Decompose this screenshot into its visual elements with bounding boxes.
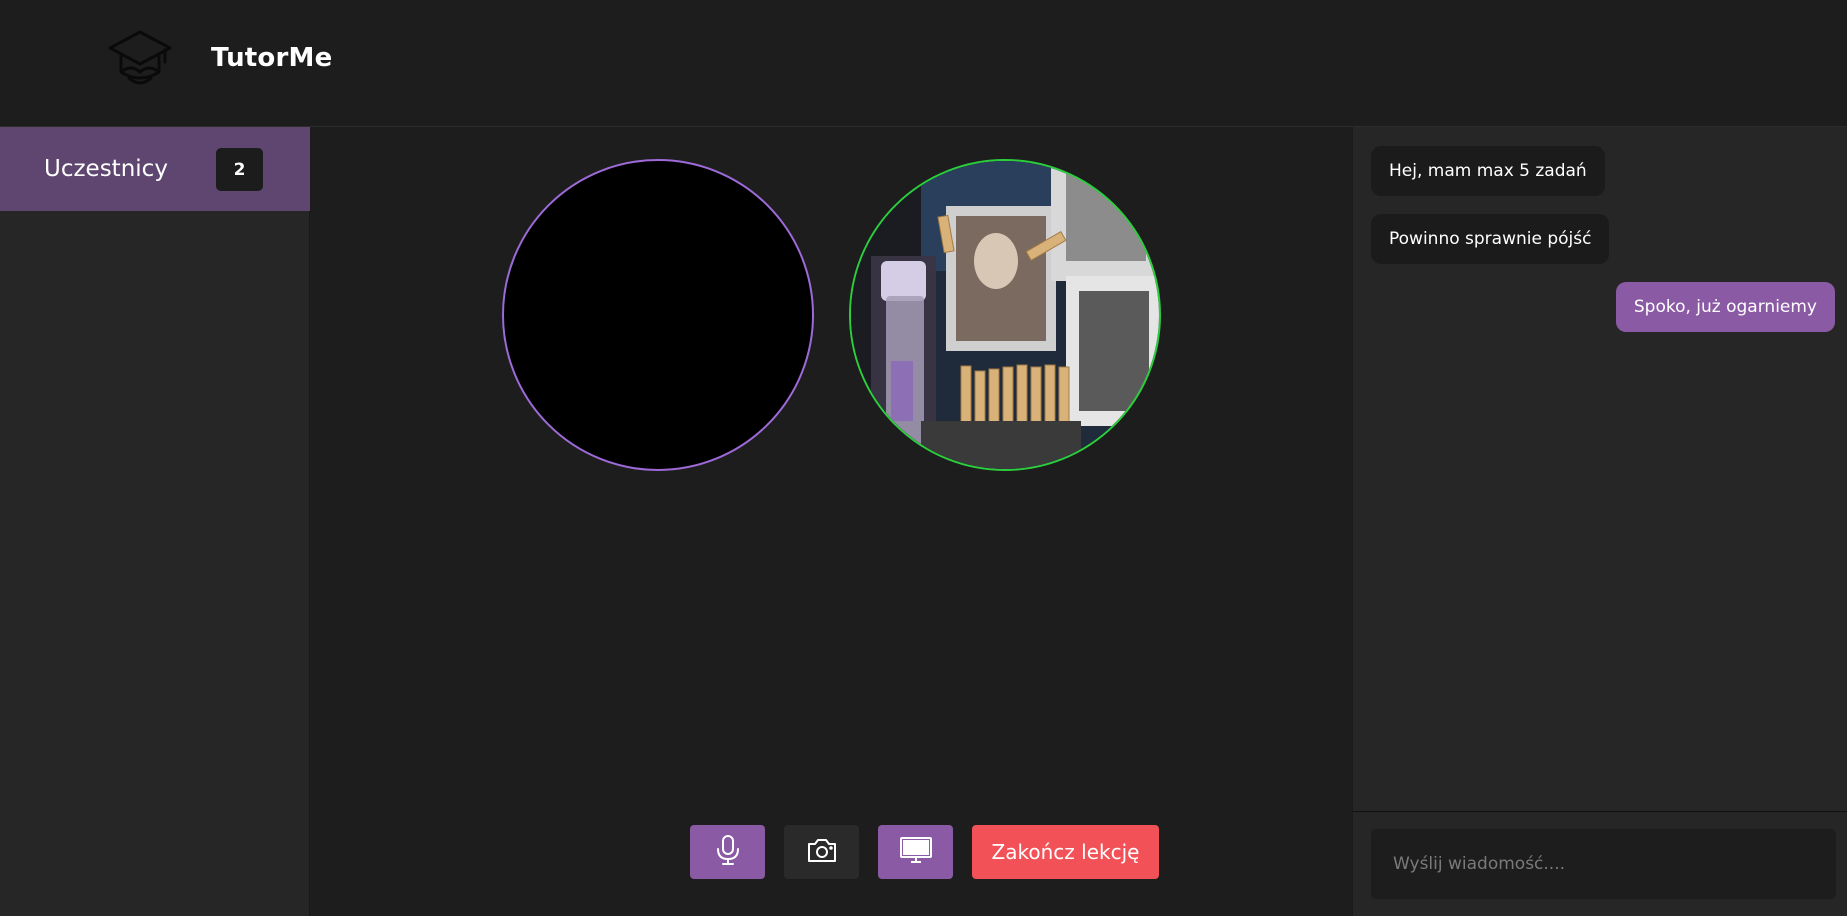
camera-icon	[806, 836, 838, 868]
chat-message-incoming: Hej, mam max 5 zadań	[1371, 146, 1605, 196]
participants-tab[interactable]: Uczestnicy 2	[0, 127, 310, 211]
participants-count-badge: 2	[216, 148, 263, 191]
chat-message-input[interactable]	[1371, 829, 1836, 899]
local-video-tile	[502, 159, 814, 471]
screen-share-button[interactable]	[878, 825, 953, 879]
graduation-cap-icon[interactable]	[107, 28, 173, 92]
remote-video-tile	[849, 159, 1161, 471]
chat-message-incoming: Powinno sprawnie pójść	[1371, 214, 1610, 264]
app: TutorMe Uczestnicy 2 Zakończ lekcję Hej,…	[0, 0, 1847, 916]
brand-name: TutorMe	[211, 43, 333, 73]
chat-input-area	[1353, 811, 1847, 916]
microphone-icon	[715, 834, 741, 870]
participants-label: Uczestnicy	[44, 156, 168, 182]
camera-button[interactable]	[784, 825, 859, 879]
video-area: Zakończ lekcję	[311, 127, 1351, 916]
chat-message-outgoing: Spoko, już ogarniemy	[1615, 282, 1835, 332]
chat-panel: Hej, mam max 5 zadań Powinno sprawnie pó…	[1352, 127, 1847, 916]
header: TutorMe	[0, 0, 1847, 127]
sidebar: Uczestnicy 2	[0, 127, 310, 916]
microphone-button[interactable]	[690, 825, 765, 879]
end-lesson-button[interactable]: Zakończ lekcję	[972, 825, 1159, 879]
monitor-icon	[899, 835, 933, 869]
